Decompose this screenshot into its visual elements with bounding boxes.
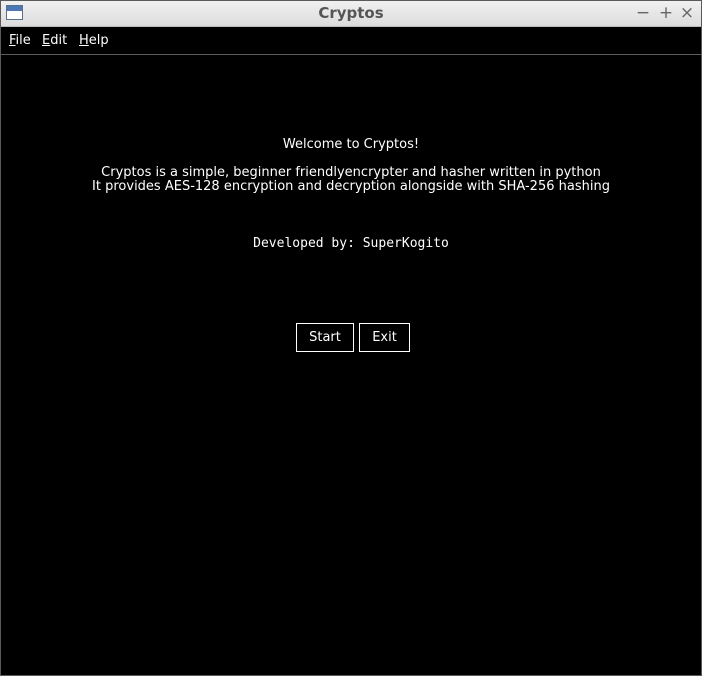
menu-bar: File Edit Help — [1, 27, 701, 55]
start-button[interactable]: Start — [296, 323, 354, 352]
app-window: Cryptos − + × File Edit Help Welcome to … — [0, 0, 702, 676]
window-title: Cryptos — [318, 4, 384, 22]
main-content: Welcome to Cryptos! Cryptos is a simple,… — [1, 55, 701, 675]
welcome-heading: Welcome to Cryptos! — [282, 137, 420, 152]
menu-edit[interactable]: Edit — [42, 27, 67, 54]
maximize-icon[interactable]: + — [656, 3, 676, 23]
menu-file[interactable]: File — [9, 27, 31, 54]
developer-credit: Developed by: SuperKogito — [253, 236, 449, 251]
minimize-icon[interactable]: − — [633, 3, 653, 23]
menu-edit-mnemonic: E — [42, 33, 51, 48]
close-icon[interactable]: × — [677, 3, 697, 23]
description-line-1: Cryptos is a simple, beginner friendlyen… — [101, 165, 601, 180]
menu-help[interactable]: Help — [79, 27, 109, 54]
description-line-2: It provides AES-128 encryption and decry… — [92, 179, 610, 194]
exit-button[interactable]: Exit — [359, 323, 410, 352]
menu-edit-label: dit — [50, 33, 68, 48]
title-bar[interactable]: Cryptos − + × — [1, 1, 701, 27]
menu-file-label: ile — [15, 33, 31, 48]
menu-help-label: elp — [88, 33, 109, 48]
menu-help-mnemonic: H — [79, 33, 89, 48]
